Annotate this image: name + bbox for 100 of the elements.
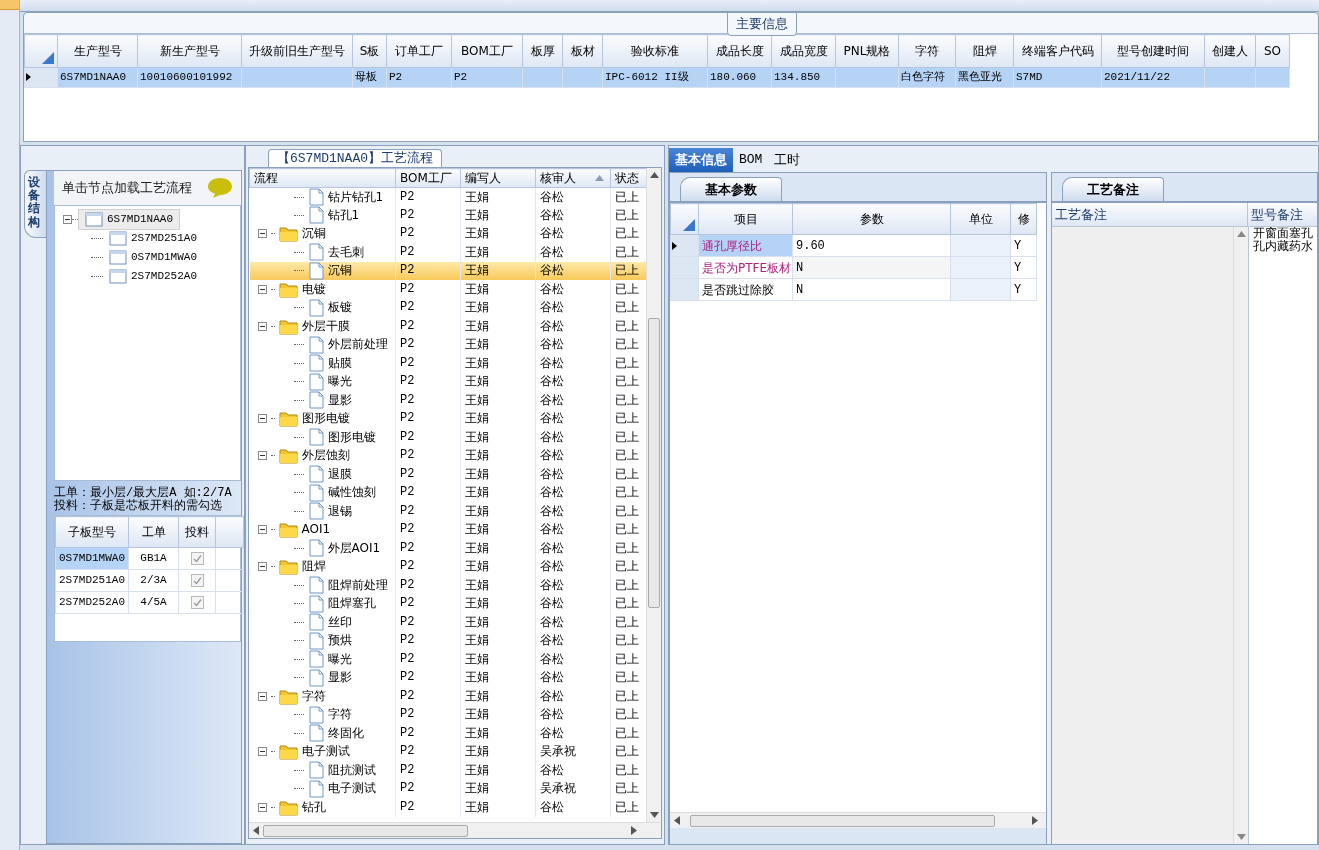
collapse-icon[interactable] bbox=[257, 691, 267, 701]
collapse-icon[interactable] bbox=[257, 525, 267, 535]
tree-node-label[interactable]: 碱性蚀刻 bbox=[327, 484, 376, 502]
scroll-arrow-icon[interactable] bbox=[674, 816, 680, 825]
collapse-icon[interactable] bbox=[257, 562, 267, 572]
tree-node-label[interactable]: 曝光 bbox=[327, 373, 352, 391]
column-header[interactable]: 核审人 bbox=[535, 168, 611, 188]
tree-node-label[interactable]: 图形电镀 bbox=[327, 428, 376, 446]
tab[interactable]: 工艺备注 bbox=[1062, 176, 1164, 201]
column-header[interactable]: 新生产型号 bbox=[137, 34, 242, 68]
column-header[interactable]: 成品长度 bbox=[707, 34, 772, 68]
tree-node-label[interactable]: 阻焊塞孔 bbox=[327, 595, 376, 613]
checkbox[interactable] bbox=[190, 595, 204, 609]
tree-node-label[interactable]: 字符 bbox=[301, 687, 326, 705]
tab[interactable]: 基本信息 bbox=[669, 148, 733, 172]
column-header[interactable]: 字符 bbox=[898, 34, 956, 68]
scroll-arrow-icon[interactable] bbox=[649, 172, 659, 178]
tree-node-label[interactable]: 钻片钻孔1 bbox=[327, 188, 384, 206]
column-header[interactable]: 成品宽度 bbox=[771, 34, 836, 68]
column-header[interactable]: 单位 bbox=[950, 203, 1011, 235]
process-row[interactable]: 沉铜 P2 王娟 谷松 已上 bbox=[249, 261, 647, 280]
tree-node-label[interactable]: AOI1 bbox=[301, 521, 331, 539]
tree-node-label[interactable]: 阻焊前处理 bbox=[327, 576, 388, 594]
collapse-icon[interactable] bbox=[257, 284, 267, 294]
tree-node[interactable]: 0S7MD1MWA0 bbox=[103, 248, 203, 267]
collapse-icon[interactable] bbox=[63, 215, 72, 224]
column-header[interactable]: 项目 bbox=[698, 203, 793, 235]
column-header[interactable]: 流程 bbox=[249, 168, 396, 188]
tree-node-label[interactable]: 外层干膜 bbox=[301, 317, 350, 335]
collapse-icon[interactable] bbox=[257, 414, 267, 424]
column-header[interactable]: BOM工厂 bbox=[451, 34, 523, 68]
column-header[interactable]: 板厚 bbox=[522, 34, 563, 68]
tree-node-label[interactable]: 电子测试 bbox=[327, 780, 376, 798]
table-cell[interactable]: 2S7MD252A0 bbox=[55, 591, 129, 614]
tree-node-label[interactable]: 阻抗测试 bbox=[327, 761, 376, 779]
column-header[interactable]: 订单工厂 bbox=[386, 34, 452, 68]
tree-node[interactable]: 2S7MD252A0 bbox=[103, 267, 203, 286]
scrollbar[interactable] bbox=[249, 822, 661, 838]
column-header[interactable]: 投料 bbox=[178, 516, 216, 548]
table-cell[interactable]: 2S7MD251A0 bbox=[55, 569, 129, 592]
column-header[interactable]: 生产型号 bbox=[57, 34, 138, 68]
tree-node-label[interactable]: 板镀 bbox=[327, 299, 352, 317]
column-header[interactable]: 工单 bbox=[128, 516, 179, 548]
column-header[interactable]: 参数 bbox=[792, 203, 951, 235]
collapse-icon[interactable] bbox=[257, 747, 267, 757]
scrollbar[interactable] bbox=[646, 168, 661, 822]
tree-node-label[interactable]: 外层前处理 bbox=[327, 336, 388, 354]
collapse-icon[interactable] bbox=[257, 802, 267, 812]
tree-node-label[interactable]: 钻孔1 bbox=[327, 206, 360, 224]
collapse-icon[interactable] bbox=[257, 451, 267, 461]
column-header[interactable]: 型号创建时间 bbox=[1101, 34, 1205, 68]
scroll-arrow-icon[interactable] bbox=[631, 826, 637, 835]
scroll-arrow-icon[interactable] bbox=[1236, 834, 1246, 840]
tree-node-label[interactable]: 外层蚀刻 bbox=[301, 447, 350, 465]
tree-node-label[interactable]: 字符 bbox=[327, 706, 352, 724]
column-header[interactable]: S板 bbox=[352, 34, 387, 68]
tree-node-label[interactable]: 显影 bbox=[327, 391, 352, 409]
scrollbar[interactable] bbox=[1233, 227, 1248, 844]
scroll-arrow-icon[interactable] bbox=[1236, 231, 1246, 237]
column-header[interactable]: 型号备注 bbox=[1248, 203, 1317, 227]
checkbox[interactable] bbox=[190, 573, 204, 587]
tree-node-label[interactable]: 钻孔 bbox=[301, 798, 326, 816]
tree-node-label[interactable]: 去毛刺 bbox=[327, 243, 364, 261]
column-header[interactable]: 状态 bbox=[610, 168, 647, 188]
tree-node-label[interactable]: 退膜 bbox=[327, 465, 352, 483]
tree-node-label[interactable]: 外层AOI1 bbox=[327, 539, 381, 557]
tab[interactable]: BOM bbox=[733, 148, 769, 172]
tree-node-label[interactable]: 曝光 bbox=[327, 650, 352, 668]
tree-node-label[interactable]: 终固化 bbox=[327, 724, 364, 742]
tab[interactable]: 工时 bbox=[768, 148, 807, 172]
column-header[interactable]: 板材 bbox=[562, 34, 603, 68]
tree-node-label[interactable]: 显影 bbox=[327, 669, 352, 687]
table-row[interactable]: 6S7MD1NAA0 10010600101992 母板 P2 P2 IPC-6012 II级 180.060 134.850 白色字符 黑色亚光 S7MD 2021/11/22 bbox=[24, 67, 1290, 88]
tree-node-label[interactable]: 电子测试 bbox=[301, 743, 350, 761]
column-header[interactable]: BOM工厂 bbox=[395, 168, 461, 188]
tree-node-label[interactable]: 电镀 bbox=[301, 280, 326, 298]
collapse-icon[interactable] bbox=[257, 229, 267, 239]
tree-node-label[interactable]: 贴膜 bbox=[327, 354, 352, 372]
column-header[interactable]: 修 bbox=[1010, 203, 1037, 235]
column-header[interactable]: 创建人 bbox=[1204, 34, 1256, 68]
tree-node-label[interactable]: 图形电镀 bbox=[301, 410, 350, 428]
tree-node-label[interactable]: 沉铜 bbox=[327, 262, 352, 280]
column-header[interactable]: 工艺备注 bbox=[1052, 203, 1248, 227]
collapse-icon[interactable] bbox=[257, 321, 267, 331]
column-header[interactable]: 验收标准 bbox=[602, 34, 708, 68]
tab[interactable]: 基本参数 bbox=[680, 176, 782, 201]
checkbox[interactable] bbox=[190, 551, 204, 565]
column-header[interactable]: PNL规格 bbox=[835, 34, 899, 68]
scroll-arrow-icon[interactable] bbox=[649, 812, 659, 818]
column-header[interactable]: 升级前旧生产型号 bbox=[241, 34, 353, 68]
tree-node-label[interactable]: 阻焊 bbox=[301, 558, 326, 576]
scroll-arrow-icon[interactable] bbox=[1032, 816, 1038, 825]
table-cell[interactable]: 0S7MD1MWA0 bbox=[55, 547, 129, 570]
tree-node-label[interactable]: 退锡 bbox=[327, 502, 352, 520]
tree-node[interactable]: 6S7MD1NAA0 bbox=[78, 209, 180, 230]
corner-triangle-icon[interactable] bbox=[42, 52, 54, 64]
scroll-arrow-icon[interactable] bbox=[253, 826, 259, 835]
tree-node-label[interactable]: 预烘 bbox=[327, 632, 352, 650]
tree-node-label[interactable]: 丝印 bbox=[327, 613, 352, 631]
column-header[interactable]: 阻焊 bbox=[955, 34, 1014, 68]
